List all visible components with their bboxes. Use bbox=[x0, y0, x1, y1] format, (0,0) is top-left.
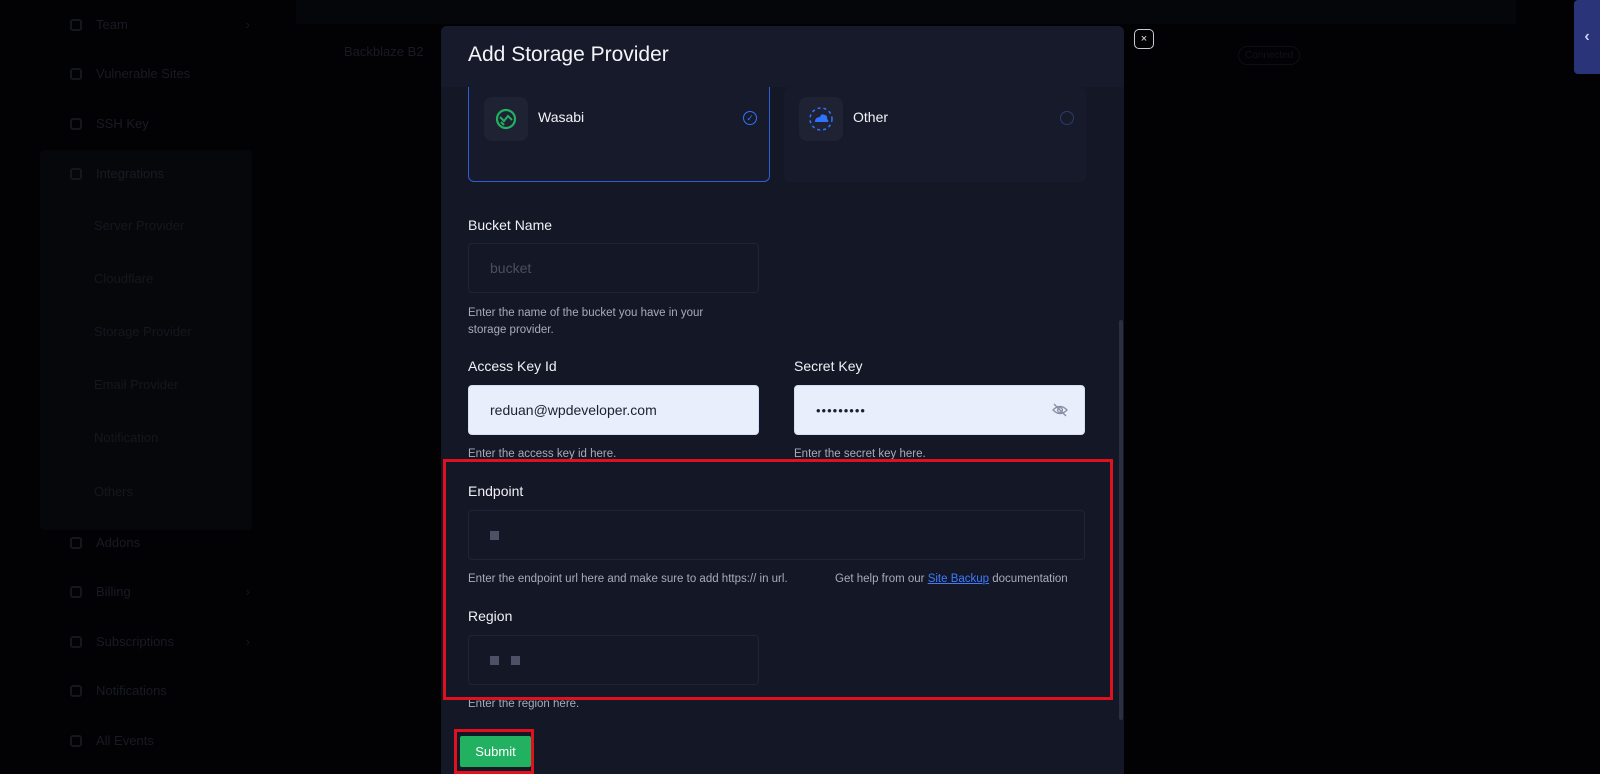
sidebar-item-billing[interactable]: Billing › bbox=[70, 584, 250, 599]
bell-icon bbox=[70, 684, 82, 697]
sidebar-item-team[interactable]: Team › bbox=[70, 17, 250, 32]
shield-icon bbox=[70, 67, 82, 80]
sidebar-subitem-cloudflare[interactable]: Cloudflare bbox=[94, 271, 153, 286]
subscription-icon bbox=[70, 635, 82, 648]
chevron-left-icon: ‹ bbox=[1584, 28, 1590, 45]
access-key-input[interactable]: reduan@wpdeveloper.com bbox=[468, 385, 759, 435]
sidebar-item-label: Vulnerable Sites bbox=[96, 66, 191, 81]
cloud-icon bbox=[799, 97, 843, 141]
table-cell-name: Backblaze B2 bbox=[344, 44, 424, 59]
sidebar-item-label: Integrations bbox=[96, 166, 164, 181]
modal-title: Add Storage Provider bbox=[468, 43, 669, 66]
billing-icon bbox=[70, 585, 82, 598]
close-button[interactable]: × bbox=[1134, 29, 1154, 49]
sidebar: Team › Vulnerable Sites SSH Key Integrati… bbox=[40, 0, 252, 774]
bucket-name-placeholder: bucket bbox=[490, 260, 532, 276]
puzzle-icon bbox=[70, 167, 82, 180]
secret-key-input[interactable]: ••••••••• bbox=[794, 385, 1085, 435]
submit-highlight: Submit bbox=[454, 729, 534, 774]
sidebar-item-label: All Events bbox=[96, 733, 154, 748]
close-icon: × bbox=[1140, 33, 1148, 45]
radio-button[interactable] bbox=[1060, 111, 1074, 125]
provider-card-other[interactable]: Other bbox=[784, 87, 1086, 182]
sidebar-item-all-events[interactable]: All Events bbox=[70, 733, 250, 748]
sidebar-subitem-server-provider[interactable]: Server Provider bbox=[94, 218, 184, 233]
secret-key-value: ••••••••• bbox=[816, 402, 866, 418]
sidebar-subitem-others[interactable]: Others bbox=[94, 484, 133, 499]
sidebar-item-subscriptions[interactable]: Subscriptions › bbox=[70, 634, 250, 649]
sidebar-item-vulnerable-sites[interactable]: Vulnerable Sites bbox=[70, 66, 250, 81]
wasabi-logo-icon bbox=[484, 97, 528, 141]
sidebar-item-label: SSH Key bbox=[96, 116, 149, 131]
sidebar-item-label: Addons bbox=[96, 535, 141, 550]
access-key-label: Access Key Id bbox=[468, 358, 557, 374]
sidebar-item-label: Notifications bbox=[96, 683, 167, 698]
sidebar-item-label: Billing bbox=[96, 584, 131, 599]
key-icon bbox=[70, 117, 82, 130]
provider-card-wasabi[interactable]: Wasabi ✓ bbox=[468, 87, 770, 182]
sidebar-subitem-notification[interactable]: Notification bbox=[94, 430, 158, 445]
table-header bbox=[296, 0, 1516, 24]
sidebar-item-label: Subscriptions bbox=[96, 634, 175, 649]
bucket-name-input[interactable]: bucket bbox=[468, 243, 759, 293]
chevron-right-icon: › bbox=[245, 17, 250, 32]
access-key-value: reduan@wpdeveloper.com bbox=[490, 402, 657, 418]
highlight-box bbox=[443, 459, 1113, 700]
panel-toggle-button[interactable]: ‹ bbox=[1574, 0, 1600, 74]
secret-key-label: Secret Key bbox=[794, 358, 863, 374]
sidebar-item-label: Team bbox=[96, 17, 128, 32]
bucket-name-label: Bucket Name bbox=[468, 217, 553, 233]
submit-button[interactable]: Submit bbox=[460, 736, 531, 767]
sidebar-item-notifications[interactable]: Notifications bbox=[70, 683, 250, 698]
star-icon bbox=[70, 536, 82, 549]
sidebar-item-ssh-key[interactable]: SSH Key bbox=[70, 116, 250, 131]
chevron-right-icon: › bbox=[245, 634, 250, 649]
bucket-name-help: Enter the name of the bucket you have in… bbox=[468, 307, 704, 336]
activity-icon bbox=[70, 734, 82, 747]
modal-header: Add Storage Provider bbox=[441, 26, 1124, 87]
sidebar-subitem-email-provider[interactable]: Email Provider bbox=[94, 377, 179, 392]
sidebar-item-integrations[interactable]: Integrations bbox=[70, 166, 250, 181]
eye-off-icon[interactable] bbox=[1052, 403, 1068, 417]
modal-scrollbar[interactable] bbox=[1119, 320, 1123, 720]
provider-name: Other bbox=[853, 109, 889, 125]
sidebar-item-addons[interactable]: Addons bbox=[70, 535, 250, 550]
sidebar-subitem-storage-provider[interactable]: Storage Provider bbox=[94, 324, 192, 339]
check-circle-icon: ✓ bbox=[743, 111, 757, 125]
provider-name: Wasabi bbox=[538, 109, 585, 125]
chevron-right-icon: › bbox=[245, 584, 250, 599]
team-icon bbox=[70, 18, 82, 31]
status-badge: Connected bbox=[1238, 46, 1301, 65]
